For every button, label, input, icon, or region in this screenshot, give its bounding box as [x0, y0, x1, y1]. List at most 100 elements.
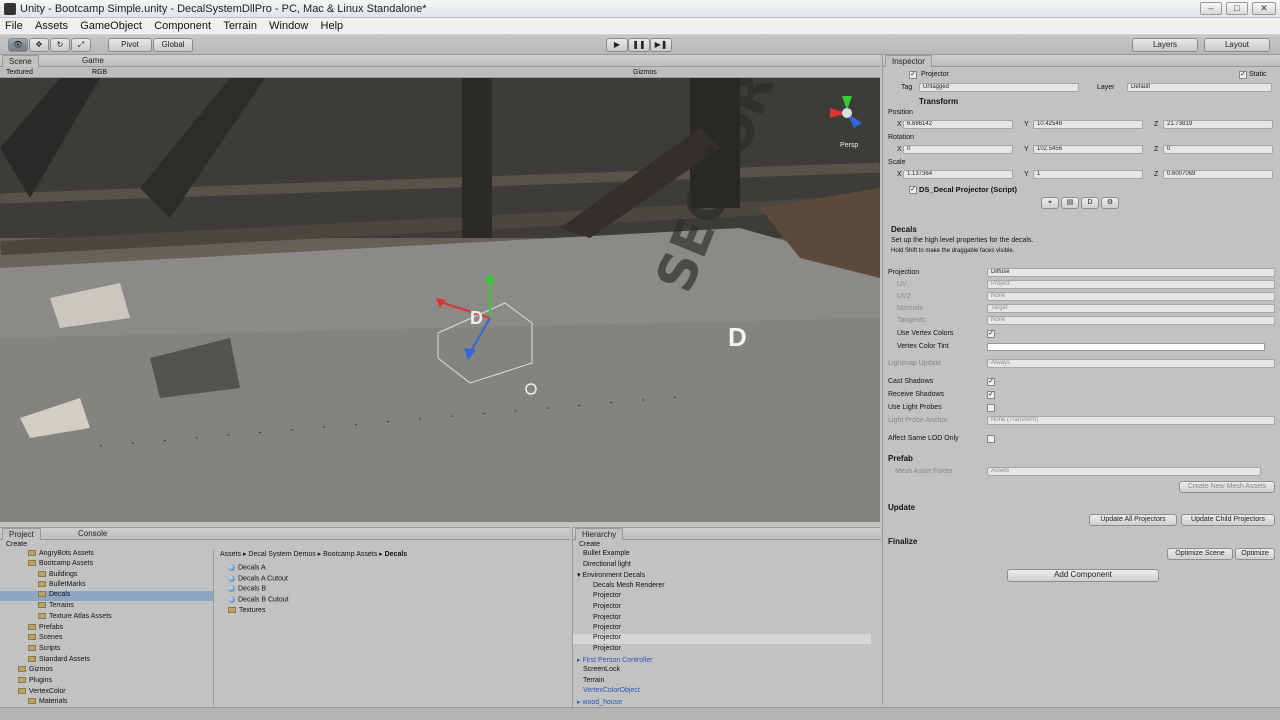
file-item[interactable]: Decals A Cutout: [228, 575, 288, 582]
hierarchy-item[interactable]: ScreenLock: [583, 666, 620, 673]
tree-item[interactable]: Gizmos: [18, 666, 53, 673]
update-all-projectors-button[interactable]: Update All Projectors: [1089, 514, 1177, 526]
play-button[interactable]: ▶: [606, 38, 628, 52]
tree-item[interactable]: Scenes: [28, 634, 62, 641]
tag-dropdown[interactable]: Untagged: [919, 83, 1079, 92]
global-toggle[interactable]: Global: [153, 38, 193, 52]
rotation-y-field[interactable]: 102.5456: [1033, 145, 1143, 154]
tab-hierarchy[interactable]: Hierarchy: [575, 528, 624, 540]
hierarchy-item[interactable]: VertexColorObject: [583, 687, 640, 694]
update-child-projectors-button[interactable]: Update Child Projectors: [1181, 514, 1275, 526]
scene-view[interactable]: SECTOR 05 D D Persp: [0, 78, 880, 522]
hierarchy-item[interactable]: ▸ First Person Controller: [577, 656, 653, 664]
hierarchy-create-dropdown[interactable]: Create: [579, 541, 600, 548]
menu-terrain[interactable]: Terrain: [218, 18, 262, 32]
hierarchy-item[interactable]: Decals Mesh Renderer: [593, 582, 665, 589]
add-component-button[interactable]: Add Component: [1007, 569, 1159, 582]
hand-tool-icon[interactable]: 👁: [8, 38, 28, 52]
scale-y-field[interactable]: 1: [1033, 170, 1143, 179]
render-mode-dropdown[interactable]: RGB: [92, 69, 107, 76]
pause-button[interactable]: ❚❚: [628, 38, 650, 52]
maximize-button[interactable]: □: [1226, 2, 1248, 15]
menu-window[interactable]: Window: [264, 18, 313, 32]
orientation-gizmo-icon[interactable]: [822, 88, 872, 138]
tab-project[interactable]: Project: [2, 528, 41, 540]
hierarchy-item[interactable]: Terrain: [583, 677, 604, 684]
file-item[interactable]: Textures: [228, 607, 265, 614]
menu-component[interactable]: Component: [149, 18, 216, 32]
script-enabled-checkbox[interactable]: ✓: [909, 186, 917, 194]
optimize-button[interactable]: Optimize: [1235, 548, 1275, 560]
menu-gameobject[interactable]: GameObject: [75, 18, 147, 32]
tree-item[interactable]: VertexColor: [18, 688, 66, 695]
tree-item[interactable]: AngryBots Assets: [28, 550, 94, 557]
move-tool-icon[interactable]: ✥: [29, 38, 49, 52]
tab-console[interactable]: Console: [72, 528, 113, 540]
menu-assets[interactable]: Assets: [30, 18, 73, 32]
file-item[interactable]: Decals A: [228, 564, 266, 571]
decal-gizmo-icon[interactable]: D: [470, 308, 483, 329]
file-item[interactable]: Decals B Cutout: [228, 596, 289, 603]
scale-tool-icon[interactable]: ⤢: [71, 38, 91, 52]
tree-item[interactable]: Materials: [28, 698, 67, 705]
active-checkbox[interactable]: ✓: [909, 71, 917, 79]
hierarchy-item[interactable]: Projector: [593, 624, 621, 631]
layout-dropdown[interactable]: Layout: [1204, 38, 1270, 52]
use-vertex-colors-checkbox[interactable]: ✓: [987, 330, 995, 338]
rotate-tool-icon[interactable]: ↻: [50, 38, 70, 52]
lightmap-update-dropdown[interactable]: Always: [987, 359, 1275, 368]
hierarchy-item[interactable]: Bullet Example: [583, 550, 630, 557]
script-header[interactable]: DS_Decal Projector (Script): [919, 185, 1017, 194]
tab-inspector[interactable]: Inspector: [885, 55, 932, 67]
mesh-asset-folder-field[interactable]: Assets: [987, 467, 1261, 476]
file-item[interactable]: Decals B: [228, 585, 266, 592]
hierarchy-item[interactable]: ▸ wood_house: [577, 698, 622, 706]
hierarchy-item[interactable]: Directional light: [583, 561, 631, 568]
tree-item[interactable]: Texture Atlas Assets: [38, 613, 112, 620]
position-x-field[interactable]: 6.686142: [903, 120, 1013, 129]
uv2-dropdown[interactable]: None: [987, 292, 1275, 301]
shading-mode-dropdown[interactable]: Textured: [6, 69, 33, 76]
transform-header[interactable]: Transform: [919, 97, 958, 106]
project-create-dropdown[interactable]: Create: [6, 541, 27, 548]
projection-dropdown[interactable]: Diffuse: [987, 268, 1275, 277]
hierarchy-item[interactable]: ▾ Environment Decals: [577, 571, 645, 579]
step-button[interactable]: ▶❚: [650, 38, 672, 52]
layer-dropdown[interactable]: Default: [1127, 83, 1272, 92]
select-tool-icon[interactable]: ⌖: [1041, 197, 1059, 209]
hierarchy-item-selected[interactable]: Projector: [573, 634, 871, 644]
breadcrumb-item[interactable]: Decal System Demos: [248, 551, 315, 558]
gizmos-dropdown[interactable]: Gizmos: [633, 69, 657, 76]
use-light-probes-checkbox[interactable]: [987, 404, 995, 412]
menu-help[interactable]: Help: [316, 18, 349, 32]
decal-icon[interactable]: D: [1081, 197, 1099, 209]
breadcrumb-item[interactable]: Bootcamp Assets: [323, 551, 377, 558]
hierarchy-item[interactable]: Projector: [593, 592, 621, 599]
uv-dropdown[interactable]: Project: [987, 280, 1275, 289]
tree-item[interactable]: Prefabs: [28, 624, 63, 631]
object-name[interactable]: Projector: [921, 71, 949, 78]
tab-scene[interactable]: Scene: [2, 55, 39, 67]
tree-item[interactable]: BulletMarks: [38, 581, 86, 588]
vertex-color-tint-swatch[interactable]: [987, 343, 1265, 351]
scale-z-field[interactable]: 0.6007069: [1163, 170, 1273, 179]
menu-file[interactable]: File: [0, 18, 28, 32]
static-checkbox[interactable]: ✓: [1239, 71, 1247, 79]
minimize-button[interactable]: –: [1200, 2, 1222, 15]
scale-x-field[interactable]: 1.137364: [903, 170, 1013, 179]
tree-item[interactable]: Buildings: [38, 571, 77, 578]
position-y-field[interactable]: 10.42546: [1033, 120, 1143, 129]
breadcrumb-item[interactable]: Assets: [220, 551, 241, 558]
lock-icon[interactable]: ▤: [1061, 197, 1079, 209]
tab-game[interactable]: Game: [76, 55, 110, 67]
tree-item[interactable]: Plugins: [18, 677, 52, 684]
pivot-toggle[interactable]: Pivot: [108, 38, 152, 52]
affect-lod-checkbox[interactable]: [987, 435, 995, 443]
close-button[interactable]: ✕: [1252, 2, 1276, 15]
hierarchy-item[interactable]: Projector: [593, 614, 621, 621]
light-probe-anchor-field[interactable]: None (Transform): [987, 416, 1275, 425]
cast-shadows-checkbox[interactable]: ✓: [987, 378, 995, 386]
rotation-z-field[interactable]: 0: [1163, 145, 1273, 154]
breadcrumb-item[interactable]: Decals: [385, 551, 408, 558]
tree-item[interactable]: Standard Assets: [28, 656, 90, 663]
